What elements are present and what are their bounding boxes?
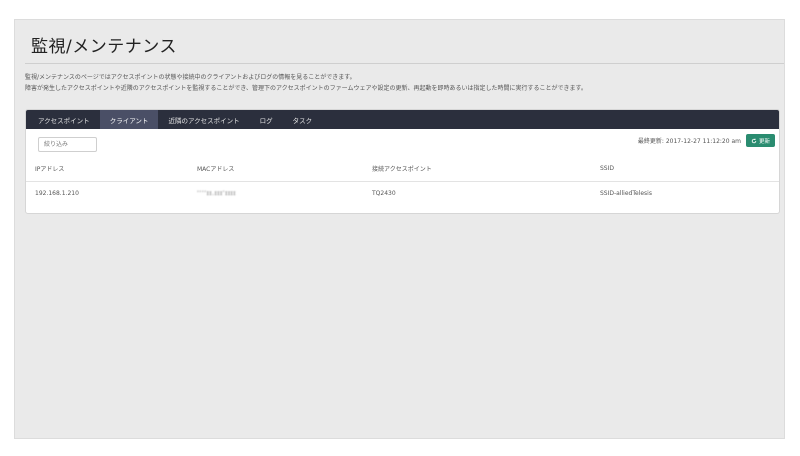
- column-header-ip[interactable]: IPアドレス: [26, 155, 197, 182]
- tab-neighbor-access-points[interactable]: 近隣のアクセスポイント: [158, 110, 249, 129]
- refresh-label: 更新: [758, 138, 770, 145]
- cell-mac: ʻʻʻʻɪɪ.ɪɪɪʼɪɪɪɪ: [197, 189, 237, 197]
- column-header-access-point[interactable]: 接続アクセスポイント: [372, 155, 600, 182]
- tab-clients[interactable]: クライアント: [99, 110, 159, 129]
- toolbar: 最終更新: 2017-12-27 11:12:20 am 更新: [26, 129, 779, 155]
- clients-table: IPアドレス MACアドレス 接続アクセスポイント SSID 192.168.1…: [26, 155, 779, 204]
- last-updated-text: 最終更新: 2017-12-27 11:12:20 am: [637, 138, 741, 145]
- tab-logs[interactable]: ログ: [250, 110, 283, 129]
- table-row[interactable]: 192.168.1.210 ʻʻʻʻɪɪ.ɪɪɪʼɪɪɪɪ TQ2430 SSI…: [26, 182, 779, 205]
- cell-ssid: SSID-alliedTelesis: [600, 189, 652, 197]
- refresh-button[interactable]: 更新: [746, 134, 775, 147]
- page-description: 監視/メンテナンスのページではアクセスポイントの状態や接続中のクライアントおよび…: [25, 72, 587, 94]
- table-header-row: IPアドレス MACアドレス 接続アクセスポイント SSID: [26, 155, 779, 182]
- tab-bar: アクセスポイント クライアント 近隣のアクセスポイント ログ タスク: [26, 110, 779, 129]
- filter-input[interactable]: [38, 137, 97, 152]
- page-title: 監視/メンテナンス: [31, 37, 177, 57]
- tab-tasks[interactable]: タスク: [283, 110, 323, 129]
- refresh-icon: [751, 137, 757, 143]
- title-divider: [25, 63, 784, 64]
- description-line: 監視/メンテナンスのページではアクセスポイントの状態や接続中のクライアントおよび…: [25, 74, 356, 81]
- tab-access-points[interactable]: アクセスポイント: [28, 110, 100, 129]
- column-header-ssid[interactable]: SSID: [600, 155, 779, 182]
- description-line: 障害が発生したアクセスポイントや近隣のアクセスポイントを監視することができ、管理…: [25, 85, 587, 92]
- column-header-mac[interactable]: MACアドレス: [197, 155, 372, 182]
- cell-ip: 192.168.1.210: [35, 189, 79, 197]
- cell-access-point: TQ2430: [372, 189, 396, 197]
- app-frame: 監視/メンテナンス 監視/メンテナンスのページではアクセスポイントの状態や接続中…: [14, 19, 785, 439]
- clients-panel: アクセスポイント クライアント 近隣のアクセスポイント ログ タスク 最終更新:…: [25, 109, 780, 214]
